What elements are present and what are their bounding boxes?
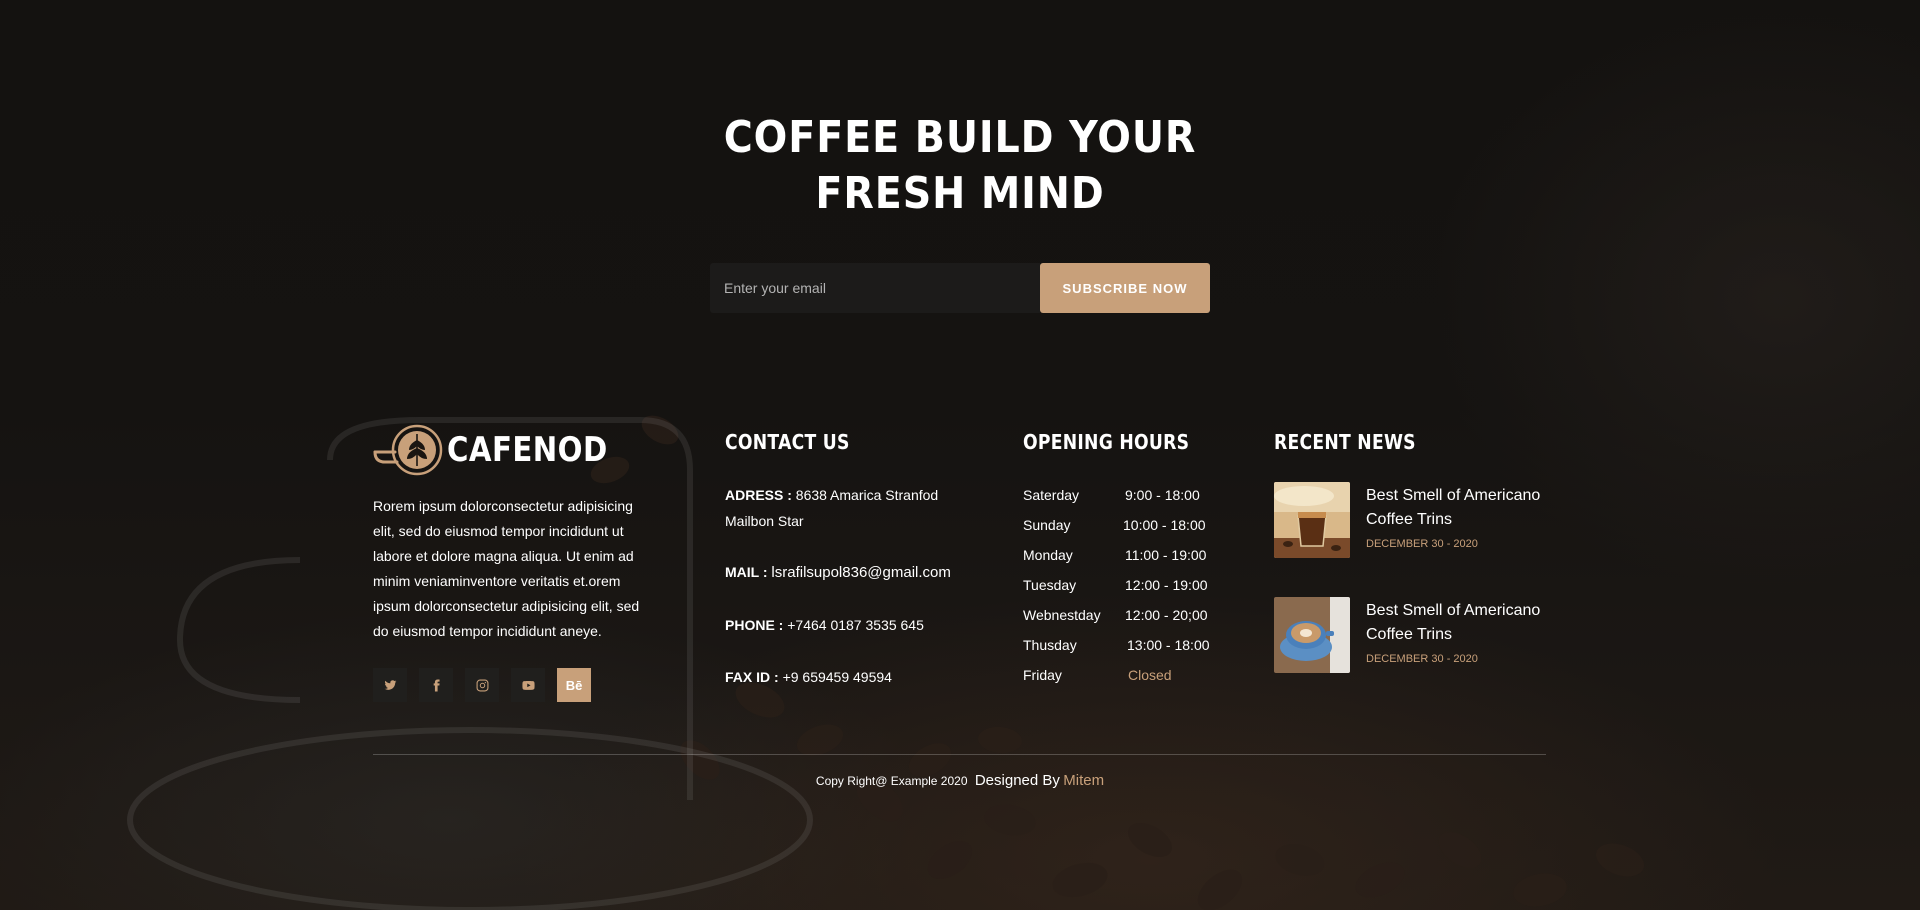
- hours-row: Saterday 9:00 - 18:00: [1023, 482, 1223, 512]
- hours-title: OPENING HOURS: [1023, 430, 1190, 454]
- designed-by-text: Designed By: [974, 772, 1060, 789]
- contact-fax: FAX ID : +9 659459 49594: [725, 664, 985, 690]
- contact-title: CONTACT US: [725, 430, 850, 454]
- news-title: RECENT NEWS: [1274, 430, 1416, 454]
- logo[interactable]: CAFENOD: [373, 422, 653, 478]
- hours-row: Tuesday 12:00 - 19:00: [1023, 572, 1223, 602]
- contact-phone: PHONE : +7464 0187 3535 645: [725, 612, 985, 638]
- contact-mail: MAIL : lsrafilsupol836@gmail.com: [725, 559, 985, 586]
- mail-label: MAIL :: [725, 564, 768, 580]
- hours-time: 11:00 - 19:00: [1125, 547, 1207, 563]
- hours-row: Thusday 13:00 - 18:00: [1023, 632, 1223, 662]
- hours-column: OPENING HOURS Saterday 9:00 - 18:00 Sund…: [1023, 420, 1223, 692]
- news-thumbnail-coffee-glass[interactable]: [1274, 482, 1350, 558]
- news-thumbnail-coffee-cup[interactable]: [1274, 597, 1350, 673]
- brand-name: CAFENOD: [447, 430, 608, 470]
- news-column: RECENT NEWS Best Smell of Americano Coff…: [1274, 420, 1564, 712]
- youtube-icon: [521, 680, 535, 690]
- instagram-icon: [476, 679, 488, 691]
- contact-list: ADRESS : 8638 Amarica Stranfod Mailbon S…: [725, 482, 985, 690]
- news-body: Best Smell of Americano Coffee Trins DEC…: [1366, 597, 1556, 672]
- news-item[interactable]: Best Smell of Americano Coffee Trins DEC…: [1274, 482, 1564, 558]
- author-link[interactable]: Mitem: [1063, 772, 1104, 789]
- hours-time: 9:00 - 18:00: [1125, 487, 1200, 503]
- hours-time: 12:00 - 19:00: [1125, 577, 1208, 593]
- hours-time: 10:00 - 18:00: [1123, 517, 1206, 533]
- behance-link[interactable]: Bē: [557, 668, 591, 702]
- hours-day: Saterday: [1023, 487, 1080, 503]
- hero-title: COFFEE BUILD YOUR FRESH MIND: [96, 110, 1824, 222]
- news-item-date: DECEMBER 30 - 2020: [1366, 653, 1478, 665]
- copyright-bar: Copy Right@ Example 2020 Designed By Mit…: [0, 772, 1920, 789]
- hours-row: Friday Closed: [1023, 662, 1223, 692]
- behance-icon: Bē: [565, 677, 583, 693]
- fax-value: +9 659459 49594: [782, 669, 892, 685]
- hero-title-line2: FRESH MIND: [815, 168, 1105, 219]
- brand-description: Rorem ipsum dolorconsectetur adipisicing…: [373, 498, 640, 639]
- hero-title-line1: COFFEE BUILD YOUR: [723, 112, 1197, 163]
- fax-label: FAX ID :: [725, 669, 779, 685]
- contact-address: ADRESS : 8638 Amarica Stranfod Mailbon S…: [725, 482, 985, 534]
- subscribe-button[interactable]: SUBSCRIBE NOW: [1040, 263, 1210, 313]
- hours-time: 12:00 - 20;00: [1125, 607, 1208, 623]
- hours-day: Tuesday: [1023, 577, 1077, 593]
- subscribe-form: SUBSCRIBE NOW: [710, 263, 1210, 313]
- facebook-icon: [433, 679, 440, 691]
- phone-label: PHONE :: [725, 617, 784, 633]
- news-list: Best Smell of Americano Coffee Trins DEC…: [1274, 482, 1564, 673]
- twitter-link[interactable]: [373, 668, 407, 702]
- hours-day: Thusday: [1023, 637, 1077, 653]
- social-links: Bē: [373, 668, 653, 702]
- hours-time: 13:00 - 18:00: [1127, 637, 1210, 653]
- twitter-icon: [384, 679, 396, 690]
- hours-row: Webnestday 12:00 - 20;00: [1023, 602, 1223, 632]
- hours-row: Monday 11:00 - 19:00: [1023, 542, 1223, 572]
- news-item-title[interactable]: Best Smell of Americano Coffee Trins: [1366, 599, 1556, 647]
- hours-day: Sunday: [1023, 517, 1071, 533]
- news-body: Best Smell of Americano Coffee Trins DEC…: [1366, 482, 1556, 557]
- copyright-text: Copy Right@ Example 2020: [815, 774, 968, 788]
- footer-section: COFFEE BUILD YOUR FRESH MIND SUBSCRIBE N…: [0, 0, 1920, 910]
- hours-row: Sunday 10:00 - 18:00: [1023, 512, 1223, 542]
- address-label: ADRESS :: [725, 487, 792, 503]
- hours-list: Saterday 9:00 - 18:00 Sunday 10:00 - 18:…: [1023, 482, 1223, 692]
- youtube-link[interactable]: [511, 668, 545, 702]
- news-item-title[interactable]: Best Smell of Americano Coffee Trins: [1366, 484, 1556, 532]
- news-item[interactable]: Best Smell of Americano Coffee Trins DEC…: [1274, 597, 1564, 673]
- phone-value[interactable]: +7464 0187 3535 645: [787, 617, 924, 633]
- contact-column: CONTACT US ADRESS : 8638 Amarica Stranfo…: [725, 420, 985, 715]
- hours-time-closed: Closed: [1128, 667, 1172, 683]
- email-input[interactable]: [710, 263, 1040, 313]
- facebook-link[interactable]: [419, 668, 453, 702]
- coffee-cup-logo-icon: [373, 424, 443, 476]
- news-item-date: DECEMBER 30 - 2020: [1366, 538, 1478, 550]
- mail-value[interactable]: lsrafilsupol836@gmail.com: [771, 564, 950, 581]
- footer-divider: [373, 754, 1546, 755]
- hours-day: Monday: [1023, 547, 1073, 563]
- instagram-link[interactable]: [465, 668, 499, 702]
- hours-day: Friday: [1023, 667, 1062, 683]
- brand-column: CAFENOD Rorem ipsum dolorconsectetur adi…: [373, 420, 653, 702]
- hours-day: Webnestday: [1023, 607, 1101, 623]
